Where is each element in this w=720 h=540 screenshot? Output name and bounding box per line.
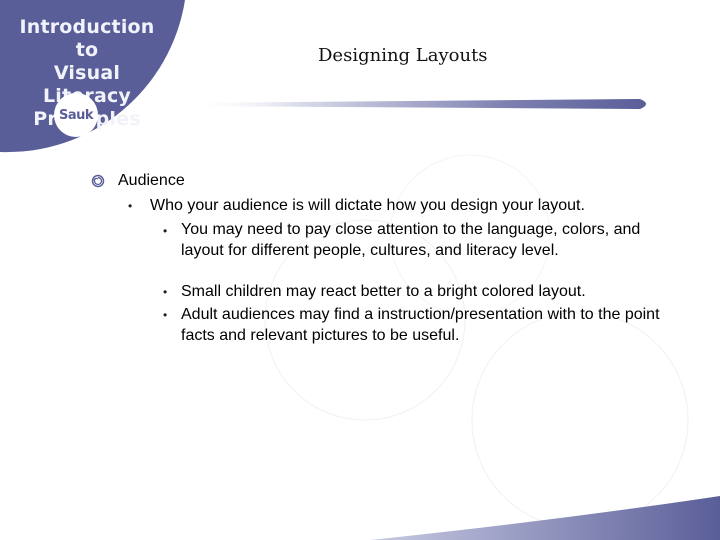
bullet-dot: •	[163, 308, 168, 322]
detail-item: You may need to pay close attention to t…	[181, 221, 641, 259]
sauk-logo: Sauk	[54, 93, 98, 137]
detail-item: Adult audiences may find a instruction/p…	[181, 306, 660, 344]
spiral-bullet-icon	[91, 174, 105, 188]
bullet-dot: •	[163, 224, 168, 238]
logo-text: Sauk	[58, 107, 94, 123]
detail-item: Small children may react better to a bri…	[181, 283, 586, 300]
sub-point: Who your audience is will dictate how yo…	[150, 197, 585, 214]
bullet-dot: •	[128, 199, 133, 213]
bullet-dot: •	[163, 285, 168, 299]
slide-title: Designing Layouts	[318, 45, 488, 66]
heading-audience: Audience	[118, 172, 185, 189]
